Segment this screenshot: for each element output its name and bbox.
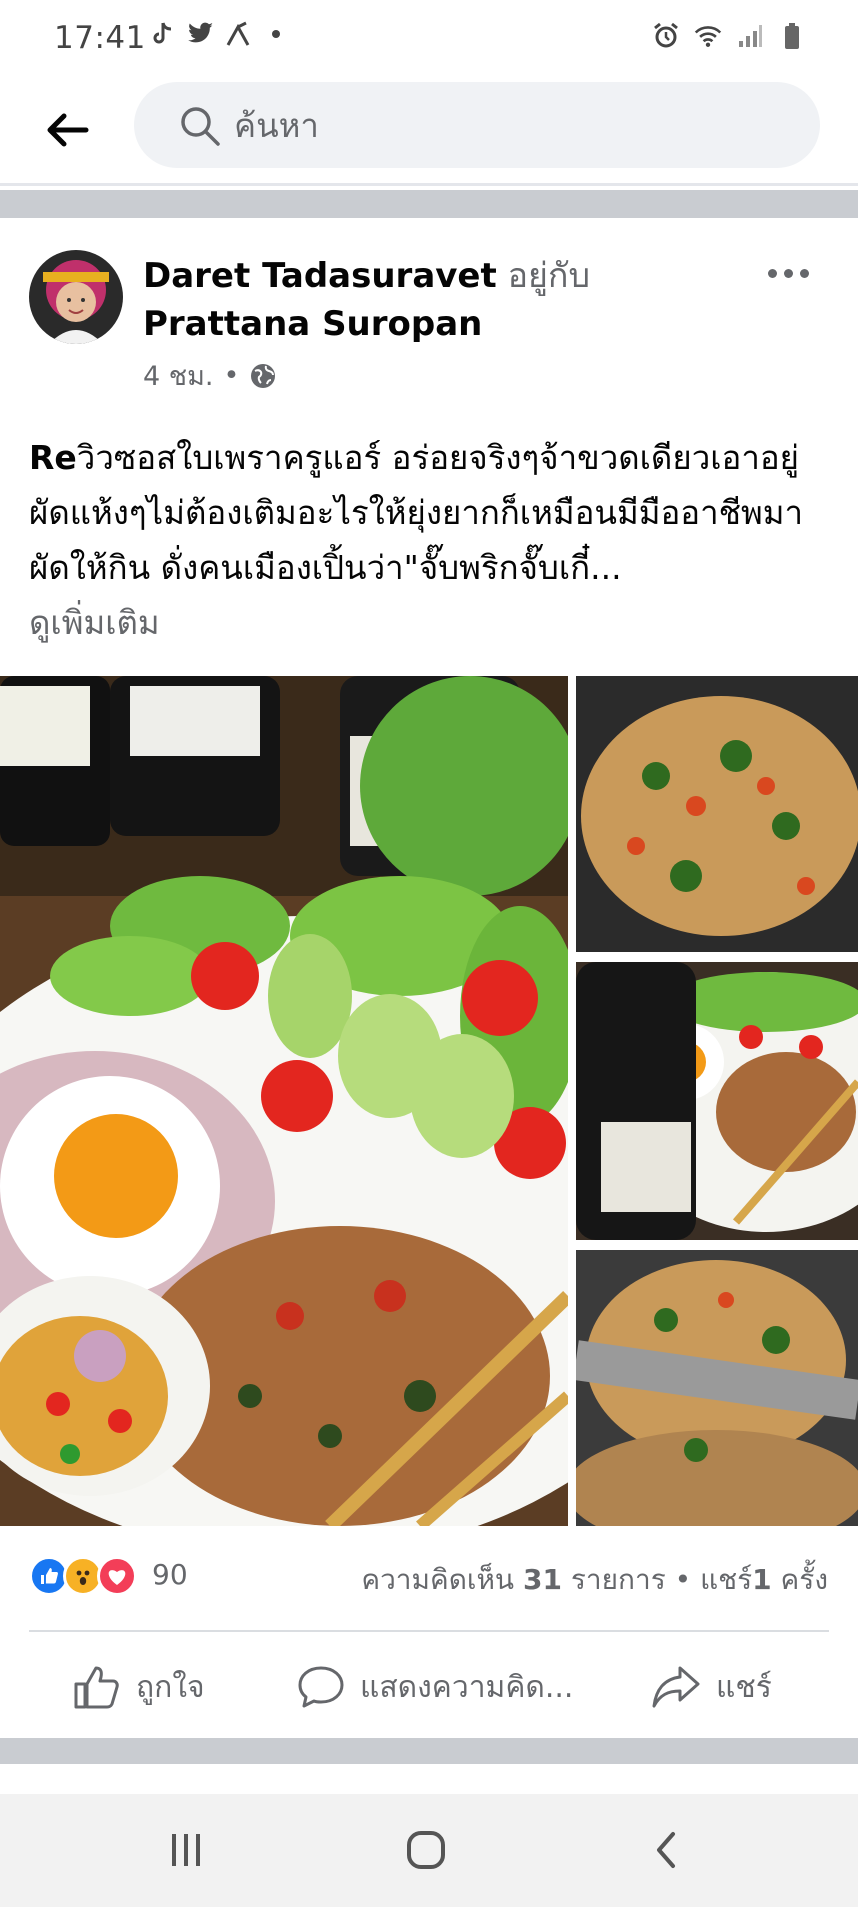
more-dot: [783, 268, 793, 278]
search-box[interactable]: [134, 82, 820, 168]
post-text-body: วิวซอสใบเพราครูแอร์ อร่อยจริงๆจ้าขวดเดีย…: [29, 438, 804, 587]
photo-stirfry[interactable]: [576, 676, 858, 952]
photo-main[interactable]: [0, 676, 568, 1526]
back-arrow-icon: [47, 113, 89, 147]
more-options-button[interactable]: [758, 258, 818, 288]
shares-count: 1: [752, 1563, 772, 1596]
love-reaction-icon: [97, 1556, 137, 1596]
recents-icon: [172, 1834, 200, 1866]
status-time: 17:41: [54, 20, 146, 56]
comment-icon: [298, 1666, 344, 1708]
comment-button[interactable]: แสดงความคิด...: [296, 1652, 573, 1722]
shares-unit: ครั้ง: [780, 1563, 828, 1596]
dot-icon: [262, 20, 290, 48]
alarm-icon: [652, 22, 680, 50]
share-icon: [652, 1666, 700, 1708]
recents-button[interactable]: [156, 1822, 216, 1878]
back-button[interactable]: [40, 102, 96, 158]
status-left-icons: [148, 20, 290, 48]
with-text: อยู่กับ: [507, 256, 591, 296]
feed-separator: [0, 190, 858, 218]
like-button[interactable]: ถูกใจ: [72, 1652, 205, 1722]
header-divider: [0, 183, 858, 186]
photo-wok[interactable]: [576, 1250, 858, 1526]
status-right-icons: [652, 22, 806, 50]
feed-separator-bottom: [0, 1738, 858, 1764]
comments-unit: รายการ: [570, 1563, 666, 1596]
see-more-link[interactable]: ดูเพิ่มเติม: [29, 596, 160, 649]
search-icon: [181, 107, 220, 146]
tagged-name[interactable]: Prattana Suropan: [143, 304, 482, 344]
post-meta: 4 ชม. •: [143, 354, 277, 397]
comments-count: 31: [522, 1563, 562, 1596]
thumbs-up-icon: [74, 1666, 119, 1709]
tiktok-icon: [148, 20, 176, 48]
comments-label: ความคิดเห็น: [361, 1563, 515, 1596]
engagement-summary[interactable]: ความคิดเห็น 31 รายการ • แชร์1 ครั้ง: [361, 1558, 828, 1602]
system-nav-bar: [0, 1794, 858, 1907]
author-name[interactable]: Daret Tadasuravet: [143, 256, 497, 296]
reactions-row: 90 ความคิดเห็น 31 รายการ • แชร์1 ครั้ง: [0, 1548, 858, 1604]
photo-grid: [0, 676, 858, 1526]
post-time[interactable]: 4 ชม.: [143, 354, 213, 397]
comment-label: แสดงความคิด...: [360, 1669, 574, 1705]
actions-row: ถูกใจ แสดงความคิด... แชร์: [0, 1638, 858, 1738]
share-button[interactable]: แชร์: [650, 1652, 772, 1722]
twitter-icon: [186, 20, 214, 48]
app-notification-icon: [224, 20, 252, 48]
system-back-button[interactable]: [636, 1822, 696, 1878]
next-post-stub: [0, 1764, 858, 1794]
post: Daret Tadasuravet อยู่กับ Prattana Surop…: [0, 218, 858, 1738]
photo-sauce-bottle[interactable]: [576, 962, 858, 1240]
meta-separator: •: [223, 360, 240, 391]
globe-icon: [251, 363, 276, 388]
wifi-icon: [694, 22, 722, 50]
status-bar: 17:41: [0, 0, 858, 78]
action-divider: [29, 1630, 829, 1632]
battery-icon: [778, 22, 806, 50]
post-text-re: Re: [29, 438, 77, 477]
home-button[interactable]: [396, 1822, 456, 1878]
author-line: Daret Tadasuravet อยู่กับ Prattana Surop…: [143, 252, 763, 348]
shares-label: แชร์: [700, 1563, 753, 1596]
search-input[interactable]: [234, 82, 794, 168]
avatar[interactable]: [29, 250, 123, 344]
share-label: แชร์: [716, 1669, 772, 1705]
signal-icon: [736, 22, 764, 50]
engagement-separator: •: [674, 1563, 692, 1596]
post-text: Reวิวซอสใบเพราครูแอร์ อร่อยจริงๆจ้าขวดเด…: [29, 430, 839, 595]
more-dot: [799, 268, 809, 278]
home-icon: [407, 1831, 445, 1869]
more-dot: [767, 268, 777, 278]
like-label: ถูกใจ: [136, 1669, 205, 1705]
reaction-count[interactable]: 90: [152, 1558, 188, 1591]
reaction-icons[interactable]: [29, 1556, 137, 1596]
chevron-left-icon: [657, 1832, 675, 1868]
search-header: [0, 78, 858, 184]
